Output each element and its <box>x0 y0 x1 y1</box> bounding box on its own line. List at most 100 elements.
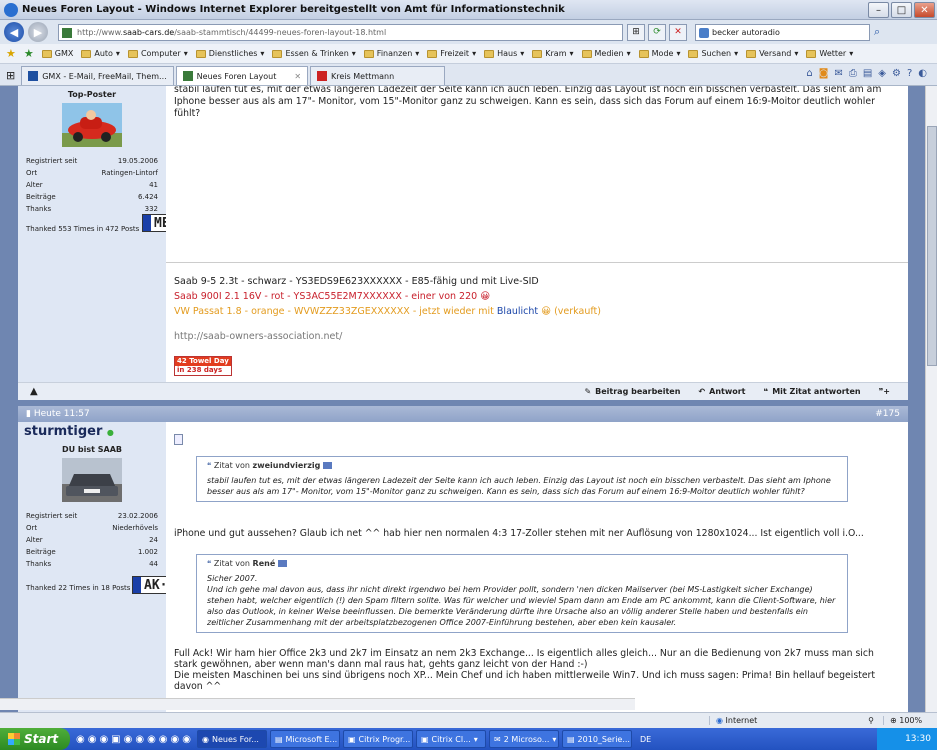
favorites-star-icon[interactable]: ★ <box>6 47 16 60</box>
fav-item-finanzen[interactable]: Finanzen ▾ <box>363 49 419 58</box>
reply-button[interactable]: ↶ Antwort <box>698 387 745 396</box>
taskbar-ie[interactable]: ◉ Neues For... <box>196 730 267 748</box>
add-favorite-icon[interactable]: ★ <box>24 47 34 60</box>
post-message: stabil laufen tut es, mit der etwas läng… <box>166 86 908 382</box>
home-icon[interactable]: ⌂ <box>806 68 812 79</box>
compatibility-view-icon[interactable]: ⊞ <box>627 23 645 41</box>
task-label: 2010_Serie... <box>577 734 630 744</box>
clock[interactable]: 13:30 <box>905 734 931 744</box>
sig-url-link[interactable]: http://saab-owners-association.net/ <box>174 329 601 344</box>
stat-label: Alter <box>26 181 43 189</box>
post-doc-icon: ▮ <box>26 409 31 419</box>
quote-author: zweiundvierzig <box>252 461 321 470</box>
taskbar-serie[interactable]: ▤ 2010_Serie... <box>561 730 632 748</box>
address-field[interactable]: http://www. saab-cars.de/saab-stammtisch/… <box>58 23 623 41</box>
quote-reply-button[interactable]: ❝ Mit Zitat antworten <box>764 387 861 396</box>
zoom-level[interactable]: ⊕ 100% <box>883 716 937 725</box>
fav-item-mode[interactable]: Mode ▾ <box>638 49 680 58</box>
back-button[interactable]: ◀ <box>4 22 24 42</box>
fav-item-haus[interactable]: Haus ▾ <box>484 49 524 58</box>
fav-item-gmx[interactable]: GMX <box>41 49 73 58</box>
mail-icon[interactable]: ✉ <box>834 68 842 79</box>
fav-item-computer[interactable]: Computer ▾ <box>127 49 188 58</box>
view-post-icon[interactable] <box>322 462 332 469</box>
post-userbox: Top-Poster Registriert seit 19.05.2006 Or… <box>18 86 234 382</box>
close-button[interactable]: ✕ <box>914 2 935 18</box>
sig-line-1: Saab 9-5 2.3t - schwarz - YS3EDS9E623XXX… <box>174 276 539 287</box>
user-avatar[interactable] <box>62 458 122 502</box>
maximize-button[interactable]: □ <box>891 2 912 18</box>
status-zone: ◉ Internet <box>709 716 859 725</box>
post-2-header: ▮ Heute 11:57 #175 <box>18 406 908 422</box>
towel-day-badge[interactable]: 42 Towel Day in 238 days <box>174 356 232 376</box>
quote-text: Und ich gehe mal davon aus, dass ihr nic… <box>207 585 836 627</box>
quote-header: ❝ Zitat von zweiundvierzig <box>207 460 839 471</box>
username-text: sturmtiger <box>24 424 103 439</box>
help-icon[interactable]: ? <box>907 68 912 79</box>
post-text-para-1: Full Ack! Wir ham hier Office 2k3 und 2k… <box>174 648 874 670</box>
fav-item-wetter[interactable]: Wetter ▾ <box>806 49 853 58</box>
user-rank: DU bist SAAB <box>61 445 122 454</box>
minimize-button[interactable]: – <box>868 2 889 18</box>
search-icon[interactable]: ⌕ <box>874 25 880 39</box>
stat-registered: Registriert seit 23.02.2006 <box>18 510 166 522</box>
post-actions: ▲ ✎ Beitrag bearbeiten ↶ Antwort ❝ Mit Zita… <box>18 382 908 400</box>
fav-item-medien[interactable]: Medien ▾ <box>581 49 631 58</box>
fav-item-kram[interactable]: Kram ▾ <box>532 49 574 58</box>
tab-close-icon[interactable]: ✕ <box>294 72 301 81</box>
forward-button[interactable]: ▶ <box>28 22 48 42</box>
page-viewport: Top-Poster Registriert seit 19.05.2006 Or… <box>0 86 925 712</box>
language-indicator[interactable]: DE <box>640 735 651 744</box>
view-post-icon[interactable] <box>277 560 287 567</box>
post-number-link[interactable]: #175 <box>875 409 900 419</box>
horizontal-scrollbar[interactable] <box>0 698 635 710</box>
refresh-icon[interactable]: ⟳ <box>648 23 666 41</box>
research-icon[interactable]: ◐ <box>918 68 927 79</box>
zone-label: Internet <box>725 716 758 725</box>
action-label: Antwort <box>709 387 746 396</box>
quote-box-1: ❝ Zitat von zweiundvierzig stabil laufen… <box>196 456 848 502</box>
username[interactable]: sturmtiger ● <box>18 422 166 441</box>
feeds-icon[interactable]: ◙ <box>819 68 829 79</box>
stop-icon[interactable]: ✕ <box>669 23 687 41</box>
fav-item-freizeit[interactable]: Freizeit ▾ <box>427 49 476 58</box>
start-button[interactable]: Start <box>0 728 70 750</box>
taskbar-excel[interactable]: ▤ Microsoft E... <box>269 730 340 748</box>
stat-value: Niederhövels <box>112 524 158 532</box>
blaulicht-link[interactable]: Blaulicht <box>497 306 538 317</box>
taskbar-citrix-cl[interactable]: ▣ Citrix Cl... ▾ <box>415 730 486 748</box>
taskbar-citrix-prog[interactable]: ▣ Citrix Progr... <box>342 730 413 748</box>
print-icon[interactable]: ⎙ <box>849 68 857 79</box>
quick-tabs-icon[interactable]: ⊞ <box>6 69 15 82</box>
stat-location: Ort Niederhövels <box>18 522 166 534</box>
stat-label: Ort <box>26 169 38 177</box>
protected-mode-icon[interactable]: ⚲ <box>859 716 883 725</box>
fav-label: Dienstliches <box>208 49 258 58</box>
fav-item-essen[interactable]: Essen & Trinken ▾ <box>272 49 356 58</box>
multiquote-button[interactable]: ❞+ <box>879 387 890 396</box>
towel-days: 238 days <box>186 366 223 374</box>
fav-item-auto[interactable]: Auto ▾ <box>81 49 120 58</box>
search-input[interactable]: becker autoradio <box>695 23 870 41</box>
vertical-scrollbar[interactable] <box>925 86 937 712</box>
report-warning-icon[interactable]: ▲ <box>30 386 38 397</box>
fav-item-versand[interactable]: Versand ▾ <box>746 49 798 58</box>
taskbar-microsoft[interactable]: ✉ 2 Microso... ▾ <box>488 730 559 748</box>
page-icon[interactable]: ▤ <box>863 68 872 79</box>
fav-item-dienstliches[interactable]: Dienstliches ▾ <box>195 49 264 58</box>
quicklaunch-icons[interactable]: ◉◉◉▣◉◉◉◉◉◉ <box>76 734 194 745</box>
tab-kreis-mettmann[interactable]: Kreis Mettmann <box>310 66 446 85</box>
fav-item-suchen[interactable]: Suchen ▾ <box>688 49 738 58</box>
folder-icon <box>532 49 543 58</box>
scrollbar-thumb[interactable] <box>927 126 937 366</box>
folder-icon <box>195 49 206 58</box>
safety-icon[interactable]: ◈ <box>878 68 886 79</box>
tab-neues-foren-layout[interactable]: Neues Foren Layout ✕ <box>175 66 309 85</box>
stat-label: Alter <box>26 536 43 544</box>
gmx-favicon-icon <box>28 71 39 81</box>
tools-gear-icon[interactable]: ⚙ <box>892 68 901 79</box>
user-avatar[interactable] <box>62 103 122 147</box>
system-tray: 13:30 <box>877 728 937 750</box>
edit-post-button[interactable]: ✎ Beitrag bearbeiten <box>584 387 680 396</box>
tab-gmx[interactable]: GMX - E-Mail, FreeMail, Them... <box>21 66 174 85</box>
